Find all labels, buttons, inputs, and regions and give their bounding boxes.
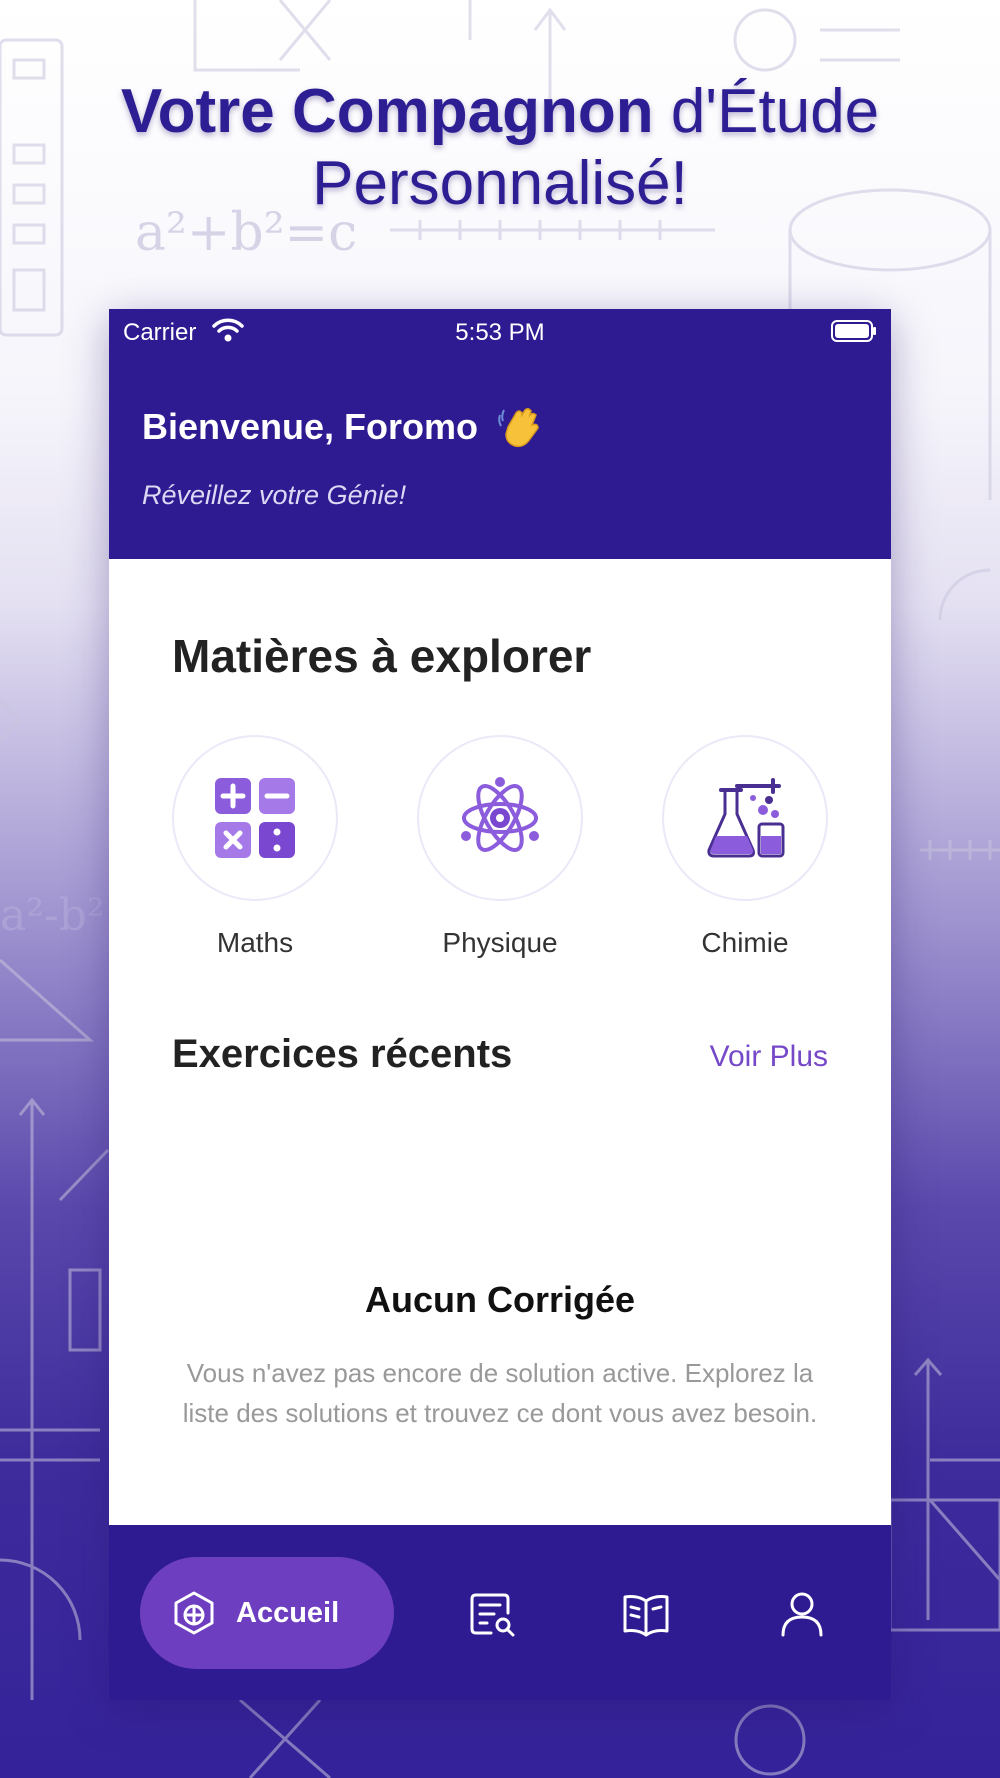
promo-title-bold: Votre Compagnon: [120, 77, 654, 146]
subject-item-chimie[interactable]: Chimie: [662, 735, 828, 959]
bottom-tab-bar: Accueil: [109, 1525, 891, 1700]
empty-state-title: Aucun Corrigée: [364, 1279, 636, 1320]
home-icon: [174, 1591, 214, 1635]
battery-icon: [831, 320, 876, 342]
subject-icon-circle[interactable]: [417, 735, 583, 901]
subject-item-maths[interactable]: Maths: [172, 735, 338, 959]
promo-title-rest: d'Étude: [670, 77, 880, 146]
search-document-icon[interactable]: [467, 1589, 517, 1639]
header-tagline: Réveillez votre Génie!: [142, 480, 407, 510]
recent-section-title: Exercices récents: [172, 1032, 513, 1076]
subject-icon-circle[interactable]: [662, 735, 828, 901]
subject-icon-circle[interactable]: [172, 735, 338, 901]
waving-hand-icon: [498, 407, 539, 448]
welcome-text: Bienvenue, Foromo: [142, 406, 479, 447]
empty-state-description: Vous n'avez pas encore de solution activ…: [182, 1358, 818, 1428]
subject-label-physique: Physique: [442, 927, 558, 958]
welcome-heading: Bienvenue, Foromo: [142, 401, 546, 453]
atom-icon: [461, 777, 539, 852]
profile-icon[interactable]: [777, 1589, 827, 1639]
subjects-section-title: Matières à explorer: [172, 630, 592, 682]
promo-title-line2: Personnalisé!: [312, 149, 688, 218]
app-header: Carrier 5:53 PM Bienvenue, Foromo Réveil…: [109, 309, 891, 559]
tab-accueil-label: Accueil: [236, 1596, 340, 1629]
status-time: 5:53 PM: [455, 319, 545, 346]
phone-screen: Carrier 5:53 PM Bienvenue, Foromo Réveil…: [109, 309, 891, 1700]
lab-flask-icon: [707, 778, 785, 858]
see-more-link[interactable]: Voir Plus: [710, 1040, 828, 1074]
tab-accueil[interactable]: Accueil: [140, 1557, 394, 1669]
status-bar: Carrier 5:53 PM: [109, 309, 891, 353]
subject-label-chimie: Chimie: [701, 927, 789, 958]
subject-label-maths: Maths: [216, 927, 294, 958]
subjects-list: Maths Physique Chimie: [172, 735, 828, 975]
subject-item-physique[interactable]: Physique: [417, 735, 583, 959]
promo-headline: Votre Compagnon d'Étude Personnalisé!: [0, 76, 1000, 220]
calculator-icon: [215, 778, 295, 858]
book-icon[interactable]: [621, 1589, 671, 1639]
